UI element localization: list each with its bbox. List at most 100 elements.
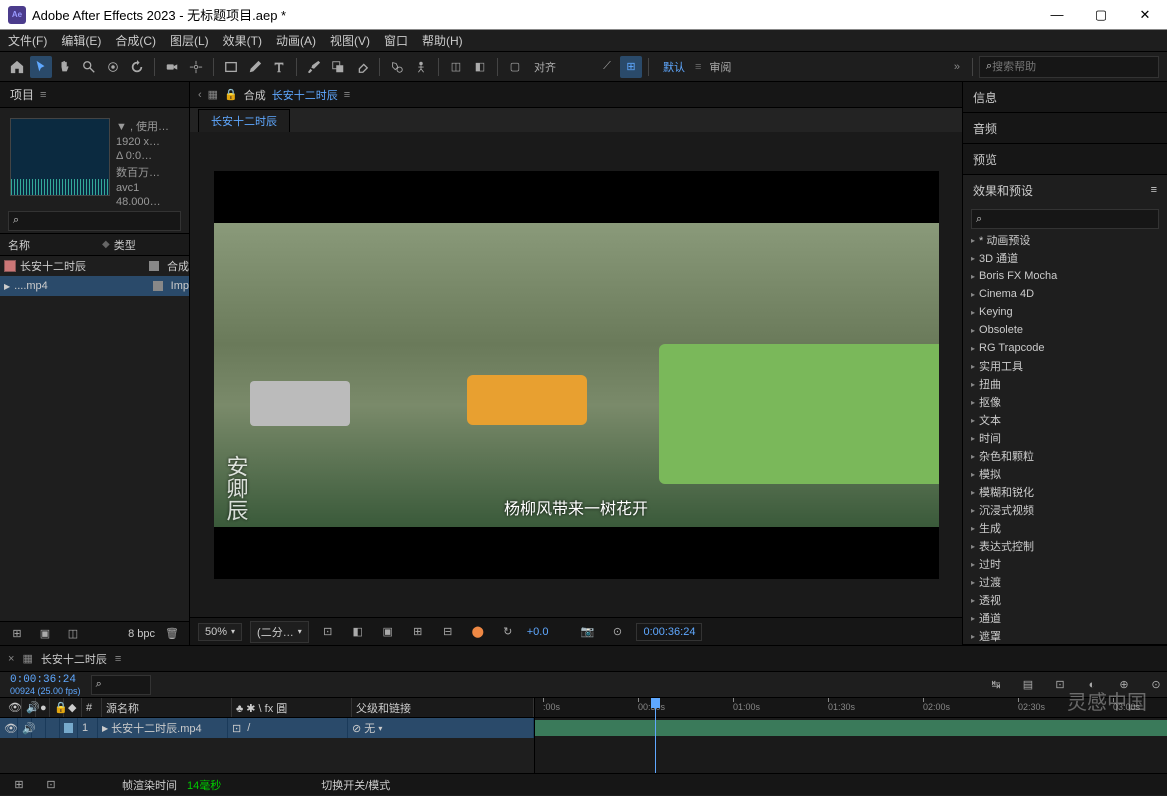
effect-category[interactable]: ▸实用工具	[963, 357, 1167, 375]
snapshot-icon[interactable]: 📷	[576, 621, 598, 643]
col-source[interactable]: 源名称	[102, 698, 232, 717]
minimize-button[interactable]: ―	[1035, 0, 1079, 30]
panel-menu-icon[interactable]: ≡	[40, 89, 46, 101]
workspace-default[interactable]: 默认	[655, 59, 693, 75]
col-lock[interactable]: 🔒	[50, 698, 64, 717]
pen-tool-icon[interactable]	[244, 56, 266, 78]
hand-tool-icon[interactable]	[54, 56, 76, 78]
text-tool-icon[interactable]	[268, 56, 290, 78]
workspace-review[interactable]: 审阅	[703, 59, 737, 75]
viewer-timecode[interactable]: 0:00:36:24	[636, 623, 702, 641]
composition-viewer[interactable]: 杨柳风带来一树花开 安卿辰	[190, 132, 962, 617]
align-label[interactable]: 对齐	[528, 59, 562, 75]
rotate-tool-icon[interactable]	[126, 56, 148, 78]
effect-category[interactable]: ▸沉浸式视频	[963, 501, 1167, 519]
zoom-tool-icon[interactable]	[78, 56, 100, 78]
tl-foot-icon1[interactable]: ⊞	[8, 774, 30, 796]
effect-category[interactable]: ▸通道	[963, 609, 1167, 627]
zoom-dropdown[interactable]: 50%▾	[198, 623, 242, 641]
effect-category[interactable]: ▸遮罩	[963, 627, 1167, 644]
help-search-input[interactable]	[992, 61, 1158, 73]
tl-btn-6[interactable]: ⊙	[1145, 674, 1167, 696]
menu-animation[interactable]: 动画(A)	[276, 32, 316, 49]
col-solo[interactable]: ●	[36, 698, 50, 717]
close-button[interactable]: ✕	[1123, 0, 1167, 30]
guides-icon[interactable]: ⊟	[437, 621, 459, 643]
panel-menu-icon[interactable]: ≡	[344, 89, 350, 101]
footage-thumbnail[interactable]	[10, 118, 110, 196]
panel-menu-icon[interactable]: ≡	[1151, 184, 1157, 196]
exposure-value[interactable]: +0.0	[527, 626, 549, 638]
menu-comp[interactable]: 合成(C)	[115, 32, 156, 49]
help-search[interactable]: ⌕	[979, 56, 1159, 78]
effect-category[interactable]: ▸过渡	[963, 573, 1167, 591]
effect-category[interactable]: ▸表达式控制	[963, 537, 1167, 555]
toggle-switches-button[interactable]: 切换开关/模式	[321, 777, 390, 793]
timeline-track-area[interactable]: :00s00:30s01:00s01:30s02:00s02:30s03:00s	[535, 698, 1167, 773]
effect-category[interactable]: ▸时间	[963, 429, 1167, 447]
project-item-footage[interactable]: ▶ ....mp4 Imp	[0, 276, 189, 296]
col-label[interactable]: ◆	[64, 698, 82, 717]
timeline-comp-name[interactable]: 长安十二时辰	[41, 651, 107, 667]
label-color[interactable]	[153, 281, 163, 291]
audio-panel[interactable]: 音频	[963, 113, 1167, 143]
effect-category[interactable]: ▸3D 通道	[963, 249, 1167, 267]
new-folder-icon[interactable]: ▣	[34, 623, 56, 645]
effect-category[interactable]: ▸扭曲	[963, 375, 1167, 393]
trash-icon[interactable]: 🗑	[161, 623, 183, 645]
effects-panel-header[interactable]: 效果和预设 ≡	[963, 175, 1167, 205]
timeline-ruler[interactable]: :00s00:30s01:00s01:30s02:00s02:30s03:00s	[535, 698, 1167, 718]
comp-tab[interactable]: 长安十二时辰	[198, 109, 290, 132]
col-num[interactable]: #	[82, 698, 102, 717]
col-parent[interactable]: 父级和链接	[352, 698, 534, 717]
tl-foot-icon2[interactable]: ⊡	[40, 774, 62, 796]
tl-btn-4[interactable]: ◐	[1081, 674, 1103, 696]
interpret-icon[interactable]: ⊞	[6, 623, 28, 645]
project-search-input[interactable]: ⌕	[8, 211, 181, 231]
effect-category[interactable]: ▸模糊和锐化	[963, 483, 1167, 501]
effect-category[interactable]: ▸生成	[963, 519, 1167, 537]
chevron-double-icon[interactable]: »	[954, 61, 960, 73]
camera-tool-icon[interactable]	[161, 56, 183, 78]
effect-category[interactable]: ▸模拟	[963, 465, 1167, 483]
mesh-icon[interactable]: ◫	[445, 56, 467, 78]
project-item-comp[interactable]: 长安十二时辰 合成	[0, 256, 189, 276]
menu-help[interactable]: 帮助(H)	[422, 32, 463, 49]
playhead[interactable]	[655, 698, 656, 773]
tl-btn-2[interactable]: ▤	[1017, 674, 1039, 696]
roto-tool-icon[interactable]	[386, 56, 408, 78]
new-comp-icon[interactable]: ◫	[62, 623, 84, 645]
channels-icon[interactable]: ⬤	[467, 621, 489, 643]
brush-tool-icon[interactable]	[303, 56, 325, 78]
lock-closed-icon[interactable]: 🔒	[224, 88, 238, 101]
effects-search-input[interactable]: ⌕	[971, 209, 1159, 229]
menu-edit[interactable]: 编辑(E)	[61, 32, 101, 49]
rect-tool-icon[interactable]	[220, 56, 242, 78]
comp-name[interactable]: 长安十二时辰	[272, 87, 338, 103]
puppet-tool-icon[interactable]	[410, 56, 432, 78]
selection-tool-icon[interactable]	[30, 56, 52, 78]
clone-tool-icon[interactable]	[327, 56, 349, 78]
tl-btn-1[interactable]: ↹	[985, 674, 1007, 696]
3d-icon[interactable]: ◧	[469, 56, 491, 78]
lock-icon[interactable]: ▦	[208, 88, 218, 101]
effect-category[interactable]: ▸* 动画预设	[963, 231, 1167, 249]
show-snapshot-icon[interactable]: ⊙	[606, 621, 628, 643]
effect-category[interactable]: ▸Cinema 4D	[963, 285, 1167, 303]
menu-view[interactable]: 视图(V)	[330, 32, 370, 49]
col-audio[interactable]: 🔊	[22, 698, 36, 717]
menu-window[interactable]: 窗口	[384, 32, 408, 49]
effect-category[interactable]: ▸透视	[963, 591, 1167, 609]
info-panel[interactable]: 信息	[963, 82, 1167, 112]
menu-layer[interactable]: 图层(L)	[170, 32, 209, 49]
project-panel-header[interactable]: 项目 ≡	[0, 82, 189, 108]
effect-category[interactable]: ▸RG Trapcode	[963, 339, 1167, 357]
timeline-layer[interactable]: 👁 🔊 1 ▶长安十二时辰.mp4 ⊡/ ⊘ 无 ▾	[0, 718, 534, 738]
menu-effect[interactable]: 效果(T)	[223, 32, 262, 49]
maximize-button[interactable]: ▢	[1079, 0, 1123, 30]
col-type[interactable]: 类型	[114, 237, 136, 253]
layer-clip[interactable]	[535, 720, 1167, 736]
transparency-icon[interactable]: ⊡	[317, 621, 339, 643]
effect-category[interactable]: ▸Boris FX Mocha	[963, 267, 1167, 285]
effect-category[interactable]: ▸文本	[963, 411, 1167, 429]
